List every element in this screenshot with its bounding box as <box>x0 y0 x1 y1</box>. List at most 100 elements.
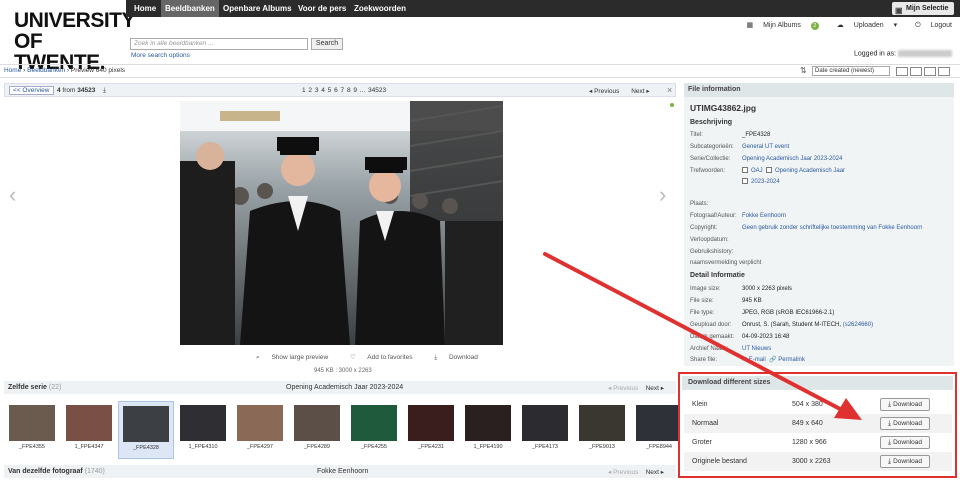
subcat-key: Subcategorieën: <box>690 144 734 150</box>
archief-key: Archief Naam: <box>690 346 729 352</box>
row-datum: Datum gemaakt: 04-09-2023 16:48 <box>690 332 950 342</box>
download-icon: ⤓ <box>887 458 892 465</box>
thumbnail-item[interactable]: _FPE4297 <box>232 401 288 459</box>
thumbnail-image <box>579 405 625 441</box>
nav-voor-de-pers[interactable]: Voor de pers <box>294 0 350 17</box>
previous-photo-arrow-icon[interactable]: ‹ <box>9 182 16 208</box>
photographer-previous-link[interactable]: ◂ Previous <box>608 469 638 476</box>
checkbox-oaj[interactable] <box>742 167 748 174</box>
preview-photo[interactable] <box>180 101 503 345</box>
search-input[interactable]: Zoek in alle beeldbanken ... <box>130 38 308 50</box>
download-label: Download <box>893 439 923 446</box>
share-email-link[interactable]: E-mail <box>749 357 766 363</box>
overview-button[interactable]: << Overview <box>9 86 54 95</box>
logged-in-info: Logged in as: <box>854 50 952 57</box>
series-next-link[interactable]: Next ▸ <box>646 385 664 392</box>
thumbnail-item[interactable]: _FPE9013 <box>574 401 630 459</box>
download-icon: ⤓ <box>887 401 892 408</box>
fotograaf-link[interactable]: Fokke Eenhoorn <box>742 211 786 221</box>
nav-home[interactable]: Home <box>130 0 160 17</box>
thumbnail-item[interactable]: _FPE4355 <box>4 401 60 459</box>
show-large-preview-link[interactable]: ⌕ Show large preview <box>256 354 338 361</box>
thumbnail-item[interactable]: _FPE4255 <box>346 401 402 459</box>
thumbnail-item[interactable]: _FPE4231 <box>403 401 459 459</box>
thumbnail-item[interactable]: 1_FPE4347 <box>61 401 117 459</box>
trefwoord-2023[interactable]: 2023-2024 <box>751 179 780 185</box>
link-icon: 🔗 <box>769 357 777 363</box>
upload-link[interactable]: ☁ Uploaden ▾ <box>829 22 897 29</box>
nav-zoekwoorden[interactable]: Zoekwoorden <box>350 0 410 17</box>
filetype-key: File type: <box>690 310 715 316</box>
breadcrumb-beeldbanken[interactable]: Beeldbanken <box>27 67 65 74</box>
breadcrumb-current: Preview 640 pixels <box>70 67 126 74</box>
view-list-icon[interactable] <box>896 67 908 76</box>
mijn-selectie-label: Mijn Selectie <box>906 5 949 12</box>
row-titel: Titel: _FPE4328 <box>690 130 950 140</box>
thumbnail-image <box>636 405 682 441</box>
next-link[interactable]: Next ▸ <box>631 88 649 95</box>
more-search-options-link[interactable]: More search options <box>131 52 190 59</box>
next-photo-arrow-icon[interactable]: › <box>659 182 666 208</box>
photo-download-link[interactable]: ⤓ Download <box>434 354 488 361</box>
thumbnail-image <box>9 405 55 441</box>
trefwoord-oaj[interactable]: OAJ <box>751 168 763 174</box>
thumbnail-image <box>123 406 169 442</box>
top-navigation: Home Beeldbanken Openbare Albums Voor de… <box>126 0 960 17</box>
mijn-albums-link[interactable]: ▦ Mijn Albums 2 <box>739 22 819 30</box>
serie-link[interactable]: Opening Academisch Jaar 2023-2024 <box>742 154 842 164</box>
checkbox-2023[interactable] <box>742 178 748 185</box>
trefwoord-opening[interactable]: Opening Academisch Jaar <box>775 168 845 174</box>
blurred-username <box>898 50 952 57</box>
geupload-id-link[interactable]: (s2624660) <box>843 322 873 328</box>
add-to-favorites-link[interactable]: ♡ Add to favorites <box>350 354 422 361</box>
download-groter-button[interactable]: ⤓ Download <box>880 436 930 449</box>
breadcrumb: Home › Beeldbanken › Preview 640 pixels <box>4 67 126 74</box>
titel-key: Titel: <box>690 132 703 138</box>
nav-openbare-albums[interactable]: Openbare Albums <box>219 0 296 17</box>
view-details-icon[interactable] <box>910 67 922 76</box>
checkbox-opening[interactable] <box>766 167 773 174</box>
row-geupload: Geupload door: Onrust, S. (Sarah, Student… <box>690 320 950 330</box>
ut-logo[interactable]: UNIVERSITY OF TWENTE. <box>0 0 136 73</box>
thumbnail-item[interactable]: _FPE4289 <box>289 401 345 459</box>
add-favorites-label: Add to favorites <box>367 354 413 361</box>
sort-select[interactable]: Date created (newest) <box>812 66 890 76</box>
row-subcat: Subcategorieën: General UT event <box>690 142 950 152</box>
series-previous-link[interactable]: ◂ Previous <box>608 385 638 392</box>
download-origineel-button[interactable]: ⤓ Download <box>880 455 930 468</box>
thumbnail-item[interactable]: _FPE4173 <box>517 401 573 459</box>
close-icon[interactable]: × <box>667 85 672 95</box>
counter-from: from <box>60 87 78 94</box>
thumbnail-item[interactable]: 1_FPE4310 <box>175 401 231 459</box>
download-klein-button[interactable]: ⤓ Download <box>880 398 930 411</box>
subcat-link[interactable]: General UT event <box>742 142 789 152</box>
size-name: Klein <box>692 401 708 408</box>
logo-line1: UNIVERSITY <box>14 9 136 32</box>
mijn-selectie-button[interactable]: ▣ Mijn Selectie <box>892 2 954 15</box>
pagination[interactable]: 1 2 3 4 5 6 7 8 9 ... 34523 <box>302 87 386 94</box>
same-photographer-bar: Van dezelfde fotograaf (1740) Fokke Eenh… <box>4 465 676 478</box>
next-label: Next <box>631 88 645 95</box>
archief-link[interactable]: UT Nieuws <box>742 344 771 354</box>
row-filetype: File type: JPEG, RGB (sRGB IEC61966-2.1) <box>690 308 950 318</box>
row-serie: Serie/Collectie: Opening Academisch Jaar … <box>690 154 950 164</box>
nav-beeldbanken[interactable]: Beeldbanken <box>161 0 219 17</box>
thumbnail-item[interactable]: _FPE4328 <box>118 401 174 459</box>
previous-link[interactable]: ◂ Previous <box>589 88 619 95</box>
photo-counter: 4 from 34523 ⤓ <box>57 87 106 95</box>
view-large-icon[interactable] <box>938 67 950 76</box>
chevron-down-icon: ▾ <box>893 22 898 29</box>
copyright-value[interactable]: Geen gebruik zonder schriftelijke toeste… <box>742 223 922 233</box>
photographer-next-link[interactable]: Next ▸ <box>646 469 664 476</box>
download-normaal-button[interactable]: ⤓ Download <box>880 417 930 430</box>
download-icon[interactable]: ⤓ <box>103 87 106 94</box>
plaats-key: Plaats: <box>690 201 709 207</box>
search-button[interactable]: Search <box>311 38 343 50</box>
share-permalink-link[interactable]: Permalink <box>778 357 805 363</box>
breadcrumb-home[interactable]: Home <box>4 67 21 74</box>
thumbnail-item[interactable]: 1_FPE4190 <box>460 401 516 459</box>
view-grid-icon[interactable] <box>924 67 936 76</box>
download-row-normaal: Normaal 849 x 640 ⤓ Download <box>684 414 952 433</box>
logout-link[interactable]: ⏻ Logout <box>907 22 952 29</box>
download-label: Download <box>893 458 923 465</box>
